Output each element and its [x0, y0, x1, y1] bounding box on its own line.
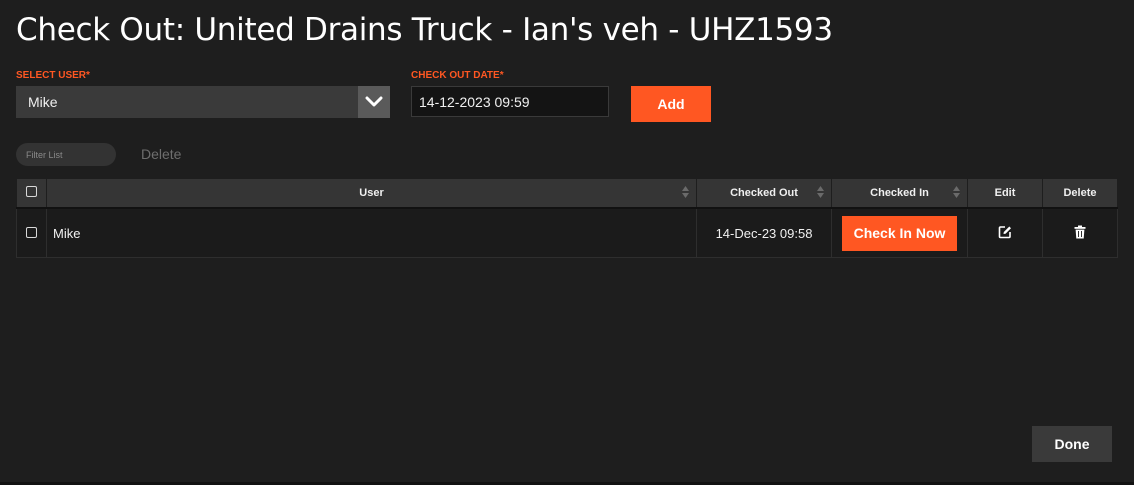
add-button[interactable]: Add	[631, 86, 711, 122]
table-row: Mike 14-Dec-23 09:58 Check In Now	[16, 207, 1118, 258]
row-edit-cell	[967, 207, 1043, 258]
dialog-title: Check Out: United Drains Truck - Ian's v…	[16, 12, 833, 48]
user-select-value: Mike	[28, 94, 58, 110]
filter-list-input[interactable]	[16, 143, 116, 166]
trash-icon[interactable]	[1074, 225, 1086, 239]
select-user-label: SELECT USER*	[16, 70, 90, 81]
checkout-table: User Checked Out Checked In Edit Delete …	[16, 178, 1118, 258]
sort-icon[interactable]	[682, 186, 689, 198]
table-header-row: User Checked Out Checked In Edit Delete	[16, 178, 1118, 209]
select-all-header	[16, 178, 47, 209]
column-header-checked-in-label: Checked In	[870, 187, 929, 199]
row-checked-in-cell: Check In Now	[831, 207, 968, 258]
check-in-now-button[interactable]: Check In Now	[842, 215, 957, 251]
row-user-cell: Mike	[46, 207, 697, 258]
column-header-delete: Delete	[1042, 178, 1118, 209]
user-select[interactable]: Mike	[16, 86, 390, 118]
done-button[interactable]: Done	[1032, 426, 1112, 462]
row-checkbox[interactable]	[26, 226, 37, 238]
row-user: Mike	[53, 225, 81, 241]
column-header-checked-out-label: Checked Out	[730, 187, 798, 199]
column-header-user[interactable]: User	[46, 178, 697, 209]
select-all-checkbox[interactable]	[26, 186, 37, 197]
row-delete-cell	[1042, 207, 1118, 258]
sort-icon[interactable]	[953, 186, 960, 198]
row-select-cell	[16, 207, 47, 258]
column-header-user-label: User	[359, 187, 384, 199]
column-header-edit: Edit	[967, 178, 1043, 209]
check-out-date-label: CHECK OUT DATE*	[411, 70, 504, 81]
chevron-down-icon[interactable]	[358, 86, 390, 118]
delete-selected-button[interactable]: Delete	[141, 146, 181, 162]
column-header-checked-out[interactable]: Checked Out	[696, 178, 832, 209]
row-checked-out: 14-Dec-23 09:58	[696, 207, 832, 258]
sort-icon[interactable]	[817, 186, 824, 198]
check-out-date-input[interactable]	[411, 86, 609, 117]
edit-icon[interactable]	[998, 225, 1012, 239]
column-header-checked-in[interactable]: Checked In	[831, 178, 968, 209]
